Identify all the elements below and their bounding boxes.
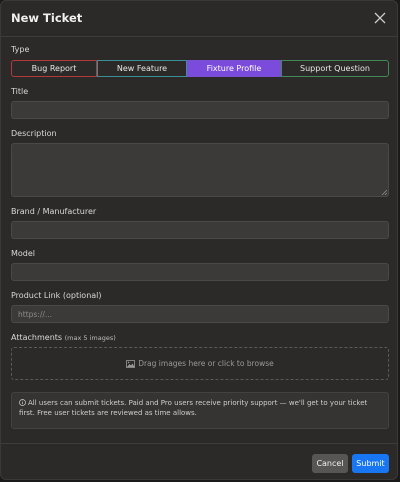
footer-divider [1,443,397,444]
close-icon[interactable] [373,11,387,25]
new-ticket-dialog: New Ticket Type Bug Report New Feature F… [0,0,398,480]
cancel-button[interactable]: Cancel [312,454,348,473]
title-input[interactable] [11,101,389,119]
description-label: Description [11,129,57,138]
attachments-label-text: Attachments [11,333,63,342]
type-option-support-question[interactable]: Support Question [281,60,389,77]
brand-label: Brand / Manufacturer [11,207,97,216]
info-notice: All users can submit tickets. Paid and P… [11,392,389,429]
attachments-label: Attachments (max 5 images) [11,333,116,342]
attachments-dropzone[interactable]: Drag images here or click to browse [11,347,389,380]
model-label: Model [11,249,36,258]
type-label: Type [11,45,30,54]
brand-input[interactable] [11,221,389,239]
type-option-fixture-profile[interactable]: Fixture Profile [187,60,281,77]
info-text: All users can submit tickets. Paid and P… [19,399,368,417]
product-link-input[interactable]: https://... [11,305,389,323]
type-selector: Bug Report New Feature Fixture Profile S… [11,60,389,77]
resize-grip-icon[interactable] [381,189,387,195]
info-icon [19,399,26,406]
image-icon [126,359,136,368]
product-link-label: Product Link (optional) [11,291,102,300]
product-link-placeholder: https://... [18,310,53,319]
title-label: Title [11,87,29,96]
description-textarea[interactable] [11,143,389,197]
type-option-bug-report[interactable]: Bug Report [11,60,97,77]
dialog-header: New Ticket [1,1,397,37]
attachments-hint: (max 5 images) [64,334,116,342]
dropzone-text: Drag images here or click to browse [138,359,274,368]
type-option-new-feature[interactable]: New Feature [97,60,187,77]
model-input[interactable] [11,263,389,281]
submit-button[interactable]: Submit [352,454,389,473]
dialog-title: New Ticket [11,11,83,25]
